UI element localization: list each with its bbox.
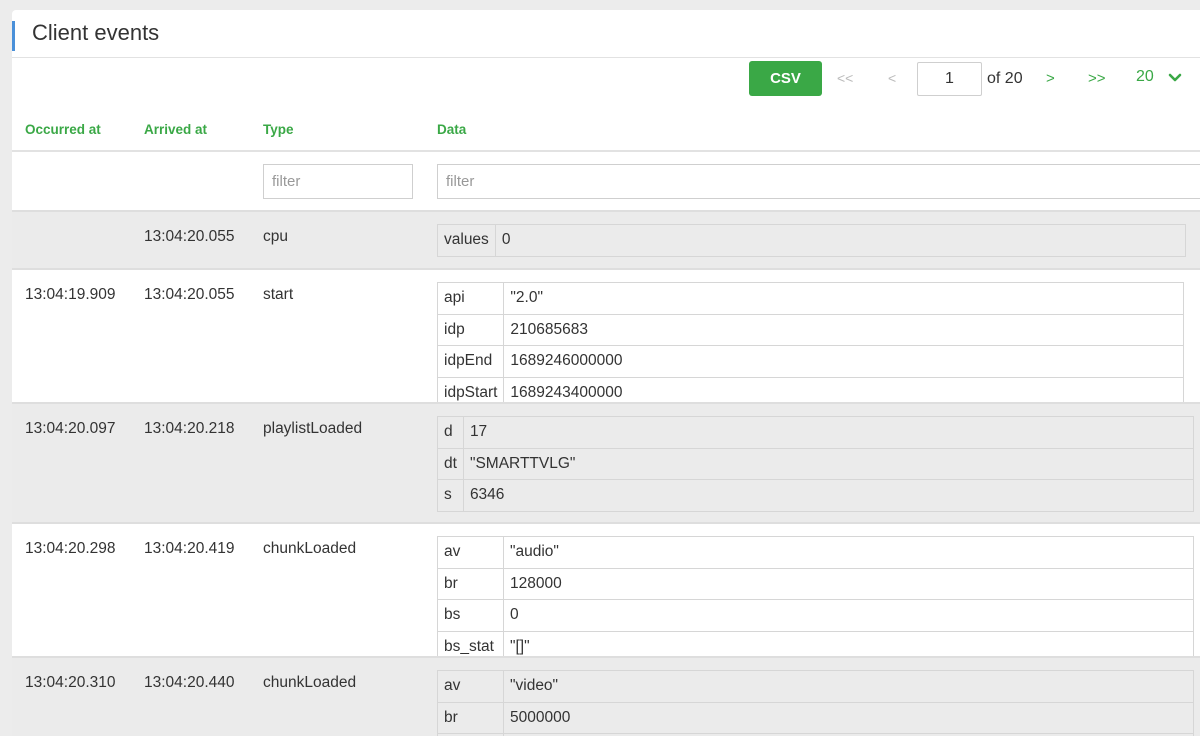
table-row[interactable]: 13:04:19.909 13:04:20.055 start api "2.0"… [12, 268, 1200, 402]
event-type-cell: chunkLoaded [263, 674, 357, 691]
arrived-at-cell: 13:04:20.440 [144, 674, 235, 691]
data-value: "[]" [503, 630, 1194, 656]
client-events-panel: Client events CSV << < 1 of 20 > >> 20 O… [12, 10, 1200, 736]
data-entry: br 5000000 [437, 701, 1194, 734]
data-key: bs [437, 599, 504, 632]
data-value: "2.0" [503, 282, 1185, 315]
data-value: 0 [503, 599, 1194, 632]
panel-header: Client events [12, 10, 1200, 58]
event-data-table: values 0 [437, 224, 1186, 257]
data-key: values [437, 224, 496, 257]
event-data-table: av"video" br5000000 bs0 [437, 670, 1194, 736]
page-number-input[interactable]: 1 [917, 62, 982, 96]
data-value: "SMARTTVLG" [462, 447, 1194, 480]
filter-row [12, 152, 1200, 210]
arrived-at-cell: 13:04:20.218 [144, 420, 235, 437]
data-entry: idpStart 1689243400000 [436, 376, 1185, 402]
data-key: bs_stat [437, 630, 504, 656]
events-table-body: 13:04:20.055 cpu values 0 13:04:19.909 1… [12, 210, 1200, 736]
data-key: api [436, 282, 505, 315]
data-value: 1689246000000 [503, 345, 1185, 378]
data-value: "audio" [503, 536, 1194, 569]
event-data-table: av "audio" br 128000 bs 0 bs_stat "[]" [437, 536, 1194, 656]
header-accent-bar [12, 21, 15, 51]
data-key: dt [437, 447, 464, 480]
data-entry: bs_stat "[]" [437, 630, 1194, 656]
first-page-button[interactable]: << [837, 70, 853, 86]
data-value: "video" [503, 670, 1194, 703]
last-page-button[interactable]: >> [1088, 70, 1106, 87]
data-key: br [437, 567, 504, 600]
event-type-cell: cpu [263, 228, 288, 245]
data-key: idpEnd [436, 345, 505, 378]
next-page-button[interactable]: > [1046, 70, 1055, 87]
data-value: 0 [494, 224, 1186, 257]
data-value: 5000000 [503, 701, 1194, 734]
data-value: 210685683 [503, 313, 1185, 346]
data-key: idp [436, 313, 505, 346]
data-key: d [437, 416, 464, 449]
data-entry: s 6346 [437, 479, 1194, 512]
column-header-arrived[interactable]: Arrived at [144, 122, 207, 137]
data-entry: idp 210685683 [436, 313, 1185, 346]
column-header-occurred[interactable]: Occurred at [25, 122, 101, 137]
event-data-table: d 17 dt "SMARTTVLG" s 6346 [437, 416, 1194, 512]
data-entry: bs0 [437, 599, 1194, 632]
occurred-at-cell: 13:04:19.909 [25, 286, 116, 303]
column-header-data[interactable]: Data [437, 122, 466, 137]
occurred-at-cell: 13:04:20.310 [25, 674, 116, 691]
type-filter-input[interactable] [263, 164, 413, 199]
data-key: s [437, 479, 464, 512]
data-value: 6346 [462, 479, 1194, 512]
data-value: 17 [462, 416, 1194, 449]
data-entry: d 17 [437, 416, 1194, 449]
data-entry: av "audio" [437, 536, 1194, 569]
column-header-type[interactable]: Type [263, 122, 294, 137]
page-size-select[interactable]: 20 [1136, 68, 1154, 86]
data-key: br [437, 701, 504, 734]
occurred-at-cell: 13:04:20.298 [25, 540, 116, 557]
table-row[interactable]: 13:04:20.097 13:04:20.218 playlistLoaded… [12, 402, 1200, 522]
arrived-at-cell: 13:04:20.055 [144, 286, 235, 303]
prev-page-button[interactable]: < [888, 70, 896, 86]
data-key: av [437, 670, 504, 703]
chevron-down-icon[interactable] [1168, 71, 1182, 85]
data-entry: br 128000 [437, 567, 1194, 600]
event-type-cell: playlistLoaded [263, 420, 363, 437]
data-key: idpStart [436, 376, 505, 402]
data-value: 1689243400000 [503, 376, 1185, 402]
arrived-at-cell: 13:04:20.419 [144, 540, 235, 557]
event-type-cell: start [263, 286, 294, 303]
page-count-label: of 20 [987, 70, 1023, 87]
arrived-at-cell: 13:04:20.055 [144, 228, 235, 245]
data-entry: dt "SMARTTVLG" [437, 447, 1194, 480]
data-key: av [437, 536, 504, 569]
data-entry: idpEnd 1689246000000 [436, 345, 1185, 378]
data-value: 128000 [503, 567, 1194, 600]
occurred-at-cell: 13:04:20.097 [25, 420, 116, 437]
csv-export-button[interactable]: CSV [749, 61, 822, 96]
table-row[interactable]: 13:04:20.055 cpu values 0 [12, 210, 1200, 268]
event-type-cell: chunkLoaded [263, 540, 357, 557]
event-data-table: api "2.0" idp 210685683 idpEnd 168924600000… [436, 282, 1185, 402]
data-entry: av "video" [437, 670, 1194, 703]
data-filter-input[interactable] [437, 164, 1200, 199]
page-title: Client events [32, 20, 160, 45]
data-entry: values 0 [437, 224, 1186, 257]
data-entry: api "2.0" [436, 282, 1185, 315]
table-row[interactable]: 13:04:20.310 13:04:20.440 chunkLoaded av… [12, 656, 1200, 736]
table-row[interactable]: 13:04:20.298 13:04:20.419 chunkLoaded av… [12, 522, 1200, 656]
toolbar: CSV << < 1 of 20 > >> 20 [12, 61, 1200, 97]
